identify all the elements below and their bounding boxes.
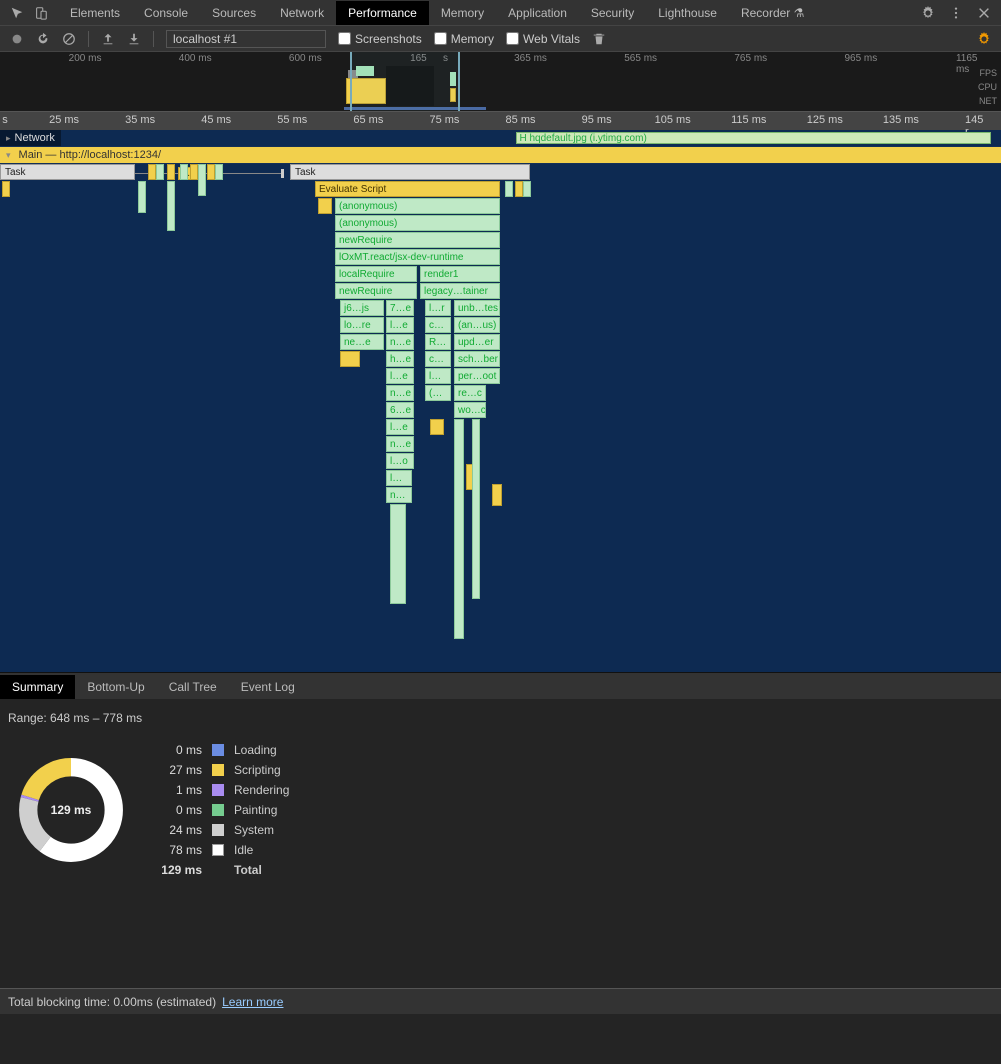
footer-bar: Total blocking time: 0.00ms (estimated) … (0, 988, 1001, 1014)
overview-track-labels: FPS CPU NET (978, 66, 997, 108)
donut-center: 129 ms (16, 755, 126, 865)
kebab-icon[interactable] (949, 6, 963, 20)
upload-icon[interactable] (101, 32, 115, 46)
reload-icon[interactable] (36, 32, 50, 46)
tab-bottomup[interactable]: Bottom-Up (75, 675, 156, 699)
screenshots-checkbox[interactable]: Screenshots (338, 32, 422, 46)
overview-timeline[interactable]: 200 ms 400 ms 600 ms 165 s 365 ms 565 ms… (0, 52, 1001, 112)
details-tabbar: Summary Bottom-Up Call Tree Event Log (0, 672, 1001, 699)
gear-icon[interactable] (921, 6, 935, 20)
tab-memory[interactable]: Memory (429, 1, 496, 25)
flame-ruler: s 25 ms 35 ms 45 ms 55 ms 65 ms 75 ms 85… (0, 112, 1001, 130)
inspect-icon[interactable] (10, 6, 24, 20)
task-bar-2[interactable]: Task (290, 164, 530, 180)
tab-recorder[interactable]: Recorder ⚗ (729, 1, 816, 25)
summary-legend: 0 msLoading 27 msScripting 1 msRendering… (156, 743, 289, 877)
tab-network[interactable]: Network (268, 1, 336, 25)
network-track[interactable]: Network |… H hqdefault.jpg (i.ytimg.com) (0, 130, 1001, 147)
webvitals-checkbox[interactable]: Web Vitals (506, 32, 580, 46)
network-request-bar[interactable]: H hqdefault.jpg (i.ytimg.com) (516, 132, 991, 144)
tab-security[interactable]: Security (579, 1, 646, 25)
tab-console[interactable]: Console (132, 1, 200, 25)
swatch-painting (212, 804, 224, 816)
overview-ruler: 200 ms 400 ms 600 ms 165 s 365 ms 565 ms… (0, 52, 1001, 66)
swatch-system (212, 824, 224, 836)
range-text: Range: 648 ms – 778 ms (8, 711, 993, 725)
swatch-rendering (212, 784, 224, 796)
clear-icon[interactable] (62, 32, 76, 46)
tab-performance[interactable]: Performance (336, 1, 429, 25)
total-blocking-time: Total blocking time: 0.00ms (estimated) (8, 995, 216, 1009)
close-icon[interactable] (977, 6, 991, 20)
device-icon[interactable] (34, 6, 48, 20)
learn-more-link[interactable]: Learn more (222, 995, 283, 1009)
tab-calltree[interactable]: Call Tree (157, 675, 229, 699)
main-thread-label[interactable]: Main — http://localhost:1234/ (0, 147, 1001, 163)
memory-checkbox[interactable]: Memory (434, 32, 494, 46)
performance-toolbar: localhost #1 Screenshots Memory Web Vita… (0, 26, 1001, 52)
swatch-scripting (212, 764, 224, 776)
summary-panel: Range: 648 ms – 778 ms 129 ms 0 msLoadin… (0, 699, 1001, 1014)
network-track-label[interactable]: Network (0, 130, 61, 146)
trash-icon[interactable] (592, 32, 606, 46)
task-bar-1[interactable]: Task (0, 164, 135, 180)
tab-lighthouse[interactable]: Lighthouse (646, 1, 729, 25)
tab-sources[interactable]: Sources (200, 1, 268, 25)
capture-settings-icon[interactable] (977, 32, 991, 46)
devtools-tabbar: Elements Console Sources Network Perform… (0, 0, 1001, 26)
target-select[interactable]: localhost #1 (166, 30, 326, 48)
tab-elements[interactable]: Elements (58, 1, 132, 25)
download-icon[interactable] (127, 32, 141, 46)
swatch-idle (212, 844, 224, 856)
tab-summary[interactable]: Summary (0, 675, 75, 699)
tab-application[interactable]: Application (496, 1, 579, 25)
tab-eventlog[interactable]: Event Log (229, 675, 307, 699)
flame-chart[interactable]: s 25 ms 35 ms 45 ms 55 ms 65 ms 75 ms 85… (0, 112, 1001, 672)
evaluate-script[interactable]: Evaluate Script (315, 181, 500, 197)
overview-selection[interactable] (350, 52, 460, 111)
record-icon[interactable] (10, 32, 24, 46)
swatch-loading (212, 744, 224, 756)
summary-donut: 129 ms (16, 755, 126, 865)
